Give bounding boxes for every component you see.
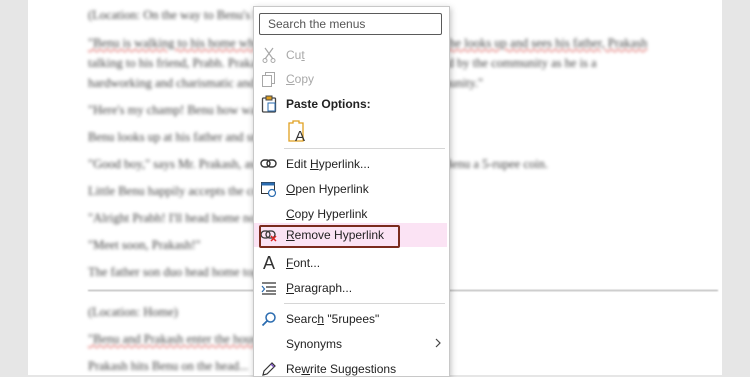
label-part: opy Hyperlink [294, 207, 368, 221]
search-word-label: Search "5rupees" [286, 312, 379, 326]
paragraph-menu-item[interactable]: Paragraph... [254, 276, 449, 300]
label-part: Synonyms [286, 337, 343, 351]
open-link-icon [260, 180, 278, 198]
paragraph-icon [260, 279, 278, 297]
doc-line: "Benu and Prakash enter the house." [88, 332, 271, 346]
label-part: yperlink... [318, 157, 371, 171]
open-hyperlink-menu-item[interactable]: Open Hyperlink [254, 177, 449, 201]
doc-line: (Location: Home) [88, 305, 178, 319]
font-icon: A [262, 253, 275, 273]
search-icon [260, 310, 278, 328]
rewrite-suggestions-menu-item[interactable]: Rewrite Suggestions [254, 357, 449, 376]
keep-text-only-paste-button[interactable]: A [286, 119, 308, 145]
label-mnemonic: H [310, 157, 319, 171]
paste-options-label: Paste Options: [286, 97, 371, 111]
link-icon [260, 155, 278, 173]
doc-line: "Meet soon, Prakash!" [88, 238, 201, 252]
font-label: Font... [286, 256, 320, 270]
label-mnemonic: O [286, 182, 296, 196]
edit-hyperlink-label: Edit Hyperlink... [286, 157, 370, 171]
copy-icon [260, 70, 278, 88]
label-mnemonic: C [286, 207, 295, 221]
paste-options-header: Paste Options: [254, 92, 449, 116]
copy-label: Copy [286, 72, 315, 86]
cut-menu-item[interactable]: Cut [254, 43, 449, 67]
font-menu-item[interactable]: A Font... [254, 251, 449, 275]
doc-line: "Alright Prabh! I'll head home now." [88, 211, 272, 225]
rewrite-suggestions-label: Rewrite Suggestions [286, 362, 396, 376]
label-part: "5rupees" [324, 312, 380, 326]
cut-mnemonic: t [301, 48, 305, 62]
label-part: aragraph... [294, 281, 353, 295]
synonyms-label: Synonyms [286, 337, 342, 351]
paragraph-label: Paragraph... [286, 281, 352, 295]
chevron-right-icon [433, 336, 443, 350]
doc-line: Prakash hits Benu on the head... [88, 359, 249, 373]
context-menu: Search the menus Cut Copy Paste Options:… [253, 6, 450, 377]
menu-separator [284, 303, 445, 304]
copy-hyperlink-label: Copy Hyperlink [286, 207, 367, 221]
label-part: pen Hyperlink [295, 182, 369, 196]
menu-separator [284, 148, 445, 149]
label-part: rite Suggestions [310, 362, 397, 376]
label-mnemonic: P [286, 281, 295, 295]
edit-hyperlink-menu-item[interactable]: Edit Hyperlink... [254, 152, 449, 176]
paste-text-only-glyph: A [295, 128, 306, 145]
cut-label: Cut [286, 48, 305, 62]
clipboard-icon [260, 95, 278, 113]
label-part: Edit [286, 157, 311, 171]
label-mnemonic: w [301, 362, 311, 376]
menu-search-input[interactable]: Search the menus [259, 13, 442, 35]
search-word-menu-item[interactable]: Search "5rupees" [254, 307, 449, 331]
copy-menu-item[interactable]: Copy [254, 67, 449, 91]
open-hyperlink-label: Open Hyperlink [286, 182, 369, 196]
label-part: Re [286, 362, 302, 376]
label-part: Searc [286, 312, 318, 326]
annotation-outline [259, 225, 400, 248]
rewrite-icon [260, 360, 278, 376]
synonyms-menu-item[interactable]: Synonyms [254, 332, 449, 356]
scissors-icon [260, 46, 278, 64]
copy-mnemonic: C [286, 72, 295, 86]
label-part: ont... [293, 256, 321, 270]
